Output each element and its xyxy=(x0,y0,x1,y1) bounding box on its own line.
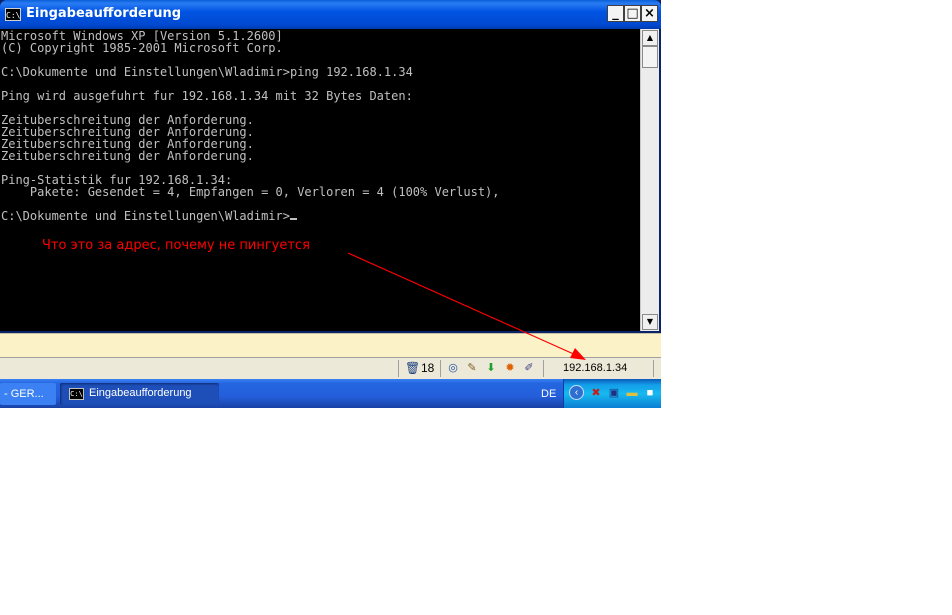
annotation-arrow-icon xyxy=(347,252,586,360)
